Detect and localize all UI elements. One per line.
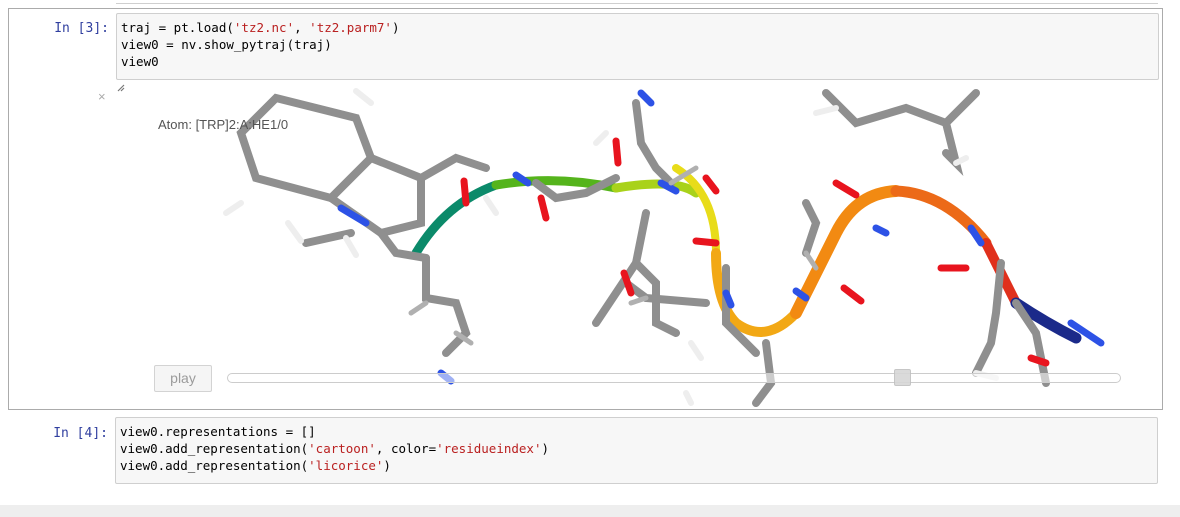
code-text: , <box>294 20 310 35</box>
code-editor[interactable]: traj = pt.load('tz2.nc', 'tz2.parm7') vi… <box>116 13 1159 80</box>
code-line: traj = pt.load('tz2.nc', 'tz2.parm7') <box>121 19 1154 36</box>
code-cell-4[interactable]: In [4]: view0.representations = [] view0… <box>8 414 1163 484</box>
close-output-icon[interactable]: × <box>98 89 106 104</box>
code-text: ) <box>383 458 391 473</box>
input-prompt: In [4]: <box>53 426 108 441</box>
code-string: 'licorice' <box>308 458 384 473</box>
code-text: view0.add_representation( <box>120 441 309 456</box>
molecule-viewer[interactable]: Atom: [TRP]2:A:HE1/0 play <box>116 83 1159 409</box>
code-text: , color= <box>375 441 437 456</box>
frame-slider-handle[interactable] <box>893 369 911 386</box>
code-text: ) <box>391 20 400 35</box>
output-area: × Atom: [TRP]2:A:HE1/0 play <box>9 83 1162 409</box>
code-text: view0.representations = [] <box>120 424 316 439</box>
code-string: 'tz2.parm7' <box>309 20 392 35</box>
code-string: 'tz2.nc' <box>233 20 295 35</box>
code-text: view0 = nv.show_pytraj(traj) <box>121 37 332 52</box>
code-line: view0.add_representation('cartoon', colo… <box>120 440 1153 457</box>
play-button[interactable]: play <box>154 365 212 392</box>
atom-hover-label: Atom: [TRP]2:A:HE1/0 <box>158 117 289 132</box>
code-string: 'residueindex' <box>436 441 542 456</box>
code-text: view0 <box>121 54 159 69</box>
code-text: traj = pt.load( <box>121 20 234 35</box>
code-line: view0.representations = [] <box>120 423 1153 440</box>
code-text: view0.add_representation( <box>120 458 309 473</box>
previous-cell-edge <box>116 0 1158 4</box>
code-line: view0.add_representation('licorice') <box>120 457 1153 474</box>
code-editor[interactable]: view0.representations = [] view0.add_rep… <box>115 417 1158 484</box>
resize-handle-icon[interactable] <box>116 83 125 92</box>
code-string: 'cartoon' <box>308 441 376 456</box>
notebook-footer <box>0 505 1180 517</box>
input-prompt: In [3]: <box>54 21 109 36</box>
code-cell-3[interactable]: In [3]: traj = pt.load('tz2.nc', 'tz2.pa… <box>8 8 1163 410</box>
code-text: ) <box>541 441 549 456</box>
code-line: view0 = nv.show_pytraj(traj) <box>121 36 1154 53</box>
code-line: view0 <box>121 53 1154 70</box>
frame-slider-track[interactable] <box>227 373 1121 383</box>
